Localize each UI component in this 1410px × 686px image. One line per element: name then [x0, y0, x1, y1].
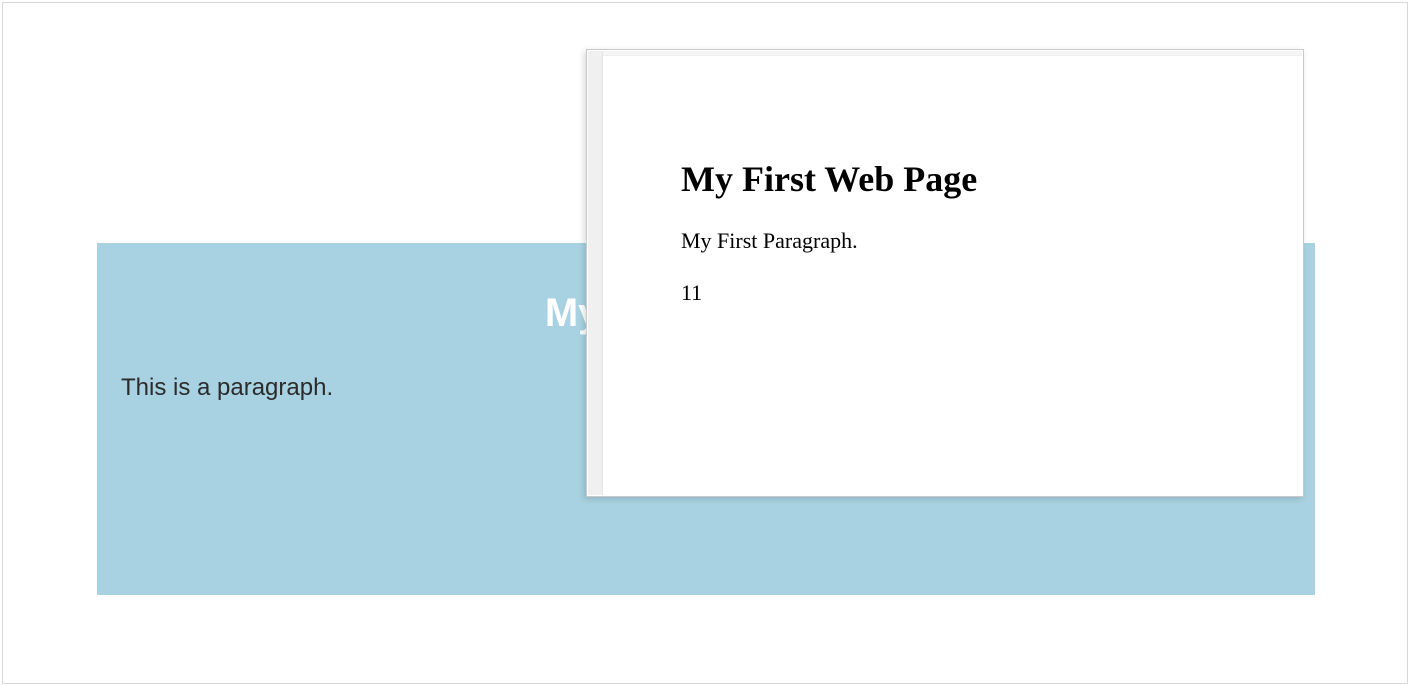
popup-heading: My First Web Page — [681, 158, 1223, 200]
popup-scrollbar[interactable] — [588, 51, 603, 495]
result-popup-window: My First Web Page My First Paragraph. 11 — [586, 49, 1304, 497]
popup-paragraph: My First Paragraph. — [681, 228, 1223, 254]
popup-content: My First Web Page My First Paragraph. 11 — [605, 58, 1299, 492]
page-frame: My First Heading This is a paragraph. My… — [2, 2, 1408, 684]
popup-output-value: 11 — [681, 280, 1223, 306]
popup-topbar — [603, 51, 1302, 56]
